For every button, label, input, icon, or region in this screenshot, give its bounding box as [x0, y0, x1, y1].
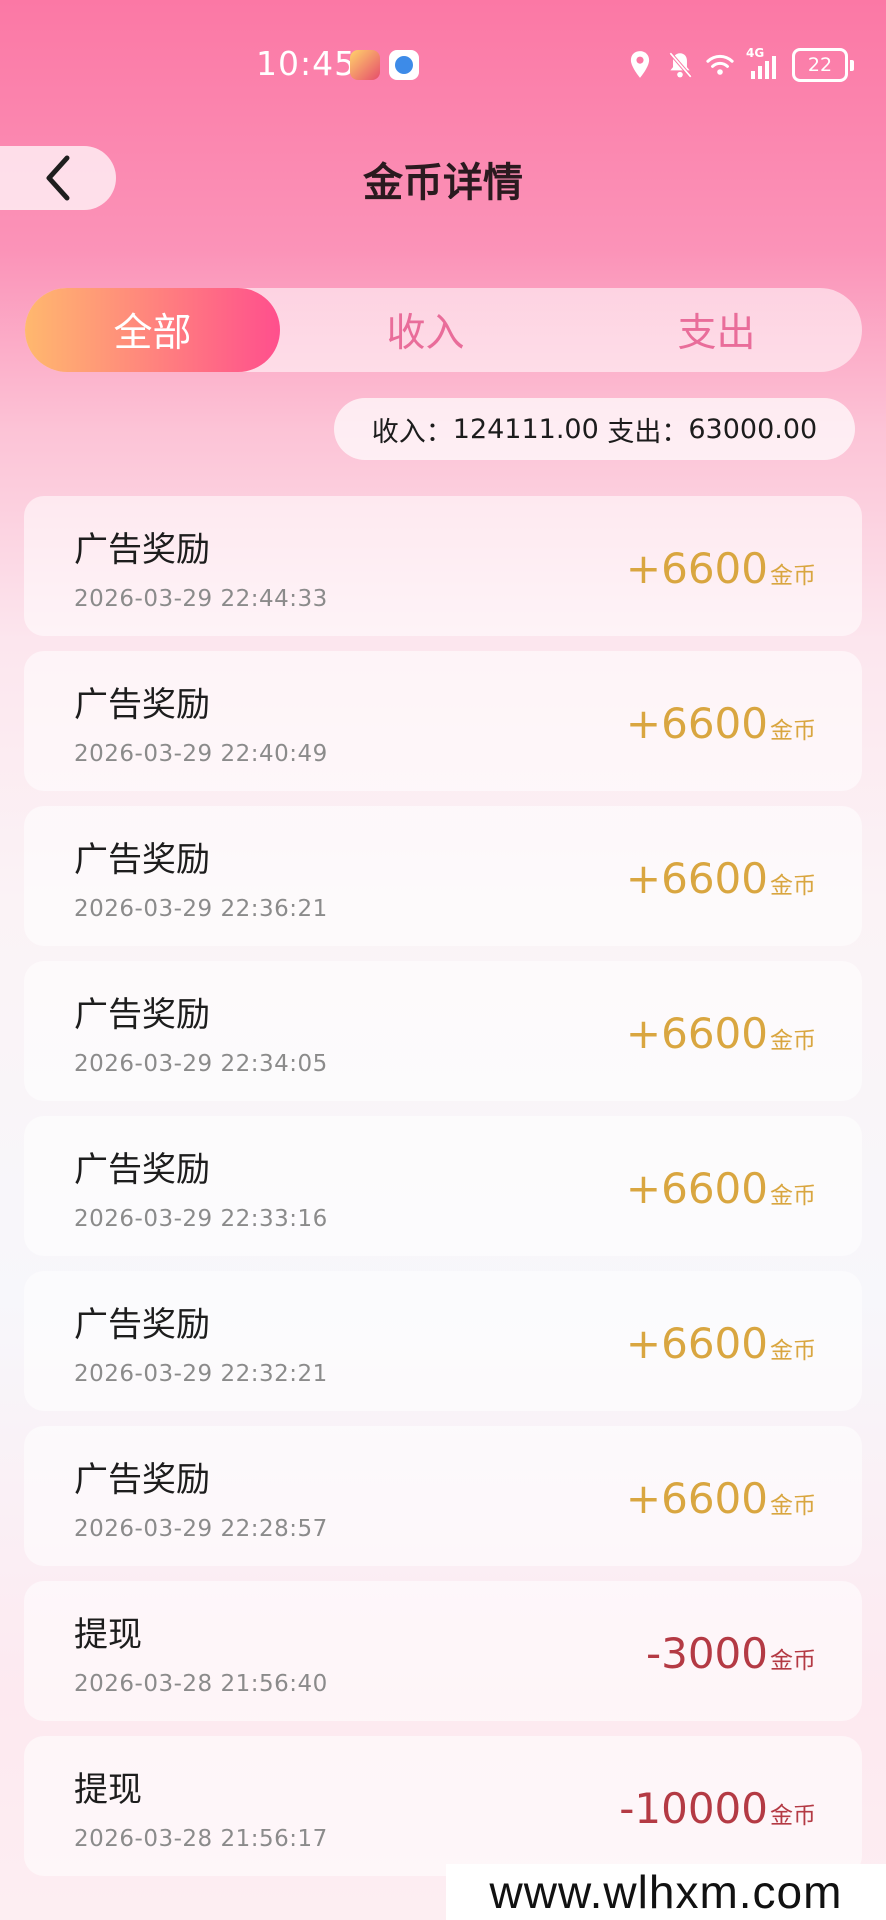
expense-label: 支出： — [607, 416, 689, 448]
amount-unit: 金币 — [770, 1648, 816, 1674]
battery-indicator: 22 — [792, 48, 854, 82]
record-time: 2026-03-29 22:34:05 — [74, 1051, 328, 1077]
record-amount: +6600 金币 — [626, 1319, 816, 1368]
record-title: 广告奖励 — [74, 995, 210, 1035]
record-title: 广告奖励 — [74, 530, 210, 570]
status-bar: 10:45 4G 22 — [0, 0, 886, 120]
summary-spacer — [599, 414, 608, 445]
amount-value: -3000 — [645, 1629, 768, 1678]
list-item[interactable]: 广告奖励 2026-03-29 22:40:49 +6600 金币 — [24, 651, 862, 791]
list-item[interactable]: 提现 2026-03-28 21:56:17 -10000 金币 — [24, 1736, 862, 1876]
amount-value: +6600 — [625, 1009, 768, 1058]
list-item[interactable]: 广告奖励 2026-03-29 22:33:16 +6600 金币 — [24, 1116, 862, 1256]
amount-unit: 金币 — [770, 1338, 816, 1364]
list-item[interactable]: 广告奖励 2026-03-29 22:36:21 +6600 金币 — [24, 806, 862, 946]
cellular-signal-icon: 4G — [746, 46, 780, 80]
location-icon — [630, 51, 650, 78]
wifi-icon — [706, 54, 734, 75]
record-title: 广告奖励 — [74, 1305, 210, 1345]
record-amount: -10000 金币 — [619, 1784, 816, 1833]
amount-value: +6600 — [625, 1474, 768, 1523]
amount-unit: 金币 — [770, 718, 816, 744]
record-title: 提现 — [74, 1615, 142, 1655]
amount-value: +6600 — [625, 1319, 768, 1368]
battery-tip — [850, 59, 854, 71]
amount-value: +6600 — [625, 699, 768, 748]
list-item[interactable]: 广告奖励 2026-03-29 22:44:33 +6600 金币 — [24, 496, 862, 636]
record-amount: +6600 金币 — [626, 1009, 816, 1058]
bell-off-icon — [668, 52, 693, 78]
amount-unit: 金币 — [770, 563, 816, 589]
record-amount: +6600 金币 — [626, 544, 816, 593]
status-time: 10:45 — [256, 44, 357, 83]
app-notification-icon — [350, 50, 380, 80]
filter-tabs: 全部 收入 支出 — [25, 288, 862, 372]
tab-income[interactable]: 收入 — [280, 288, 571, 372]
list-item[interactable]: 广告奖励 2026-03-29 22:28:57 +6600 金币 — [24, 1426, 862, 1566]
browser-notification-icon — [389, 50, 419, 80]
amount-unit: 金币 — [770, 1493, 816, 1519]
record-time: 2026-03-29 22:36:21 — [74, 896, 328, 922]
amount-value: +6600 — [625, 1164, 768, 1213]
page-title: 金币详情 — [363, 160, 523, 206]
amount-value: -10000 — [619, 1784, 768, 1833]
record-title: 提现 — [74, 1770, 142, 1810]
record-title: 广告奖励 — [74, 1460, 210, 1500]
amount-unit: 金币 — [770, 1183, 816, 1209]
record-time: 2026-03-29 22:32:21 — [74, 1361, 328, 1387]
amount-unit: 金币 — [770, 1028, 816, 1054]
record-time: 2026-03-28 21:56:40 — [74, 1671, 328, 1697]
income-label: 收入： — [371, 416, 453, 448]
record-amount: +6600 金币 — [626, 854, 816, 903]
amount-unit: 金币 — [770, 1803, 816, 1829]
summary-bar: 收入： 124111.00 支出： 63000.00 — [334, 398, 855, 460]
record-list: 广告奖励 2026-03-29 22:44:33 +6600 金币 广告奖励 2… — [24, 496, 862, 1891]
watermark: www.wlhxm.com — [446, 1864, 886, 1920]
expense-total: 63000.00 — [688, 413, 818, 445]
record-time: 2026-03-29 22:28:57 — [74, 1516, 328, 1542]
record-title: 广告奖励 — [74, 840, 210, 880]
record-amount: +6600 金币 — [626, 1474, 816, 1523]
record-time: 2026-03-28 21:56:17 — [74, 1826, 328, 1852]
status-icons: 4G 22 — [626, 46, 854, 82]
list-item[interactable]: 提现 2026-03-28 21:56:40 -3000 金币 — [24, 1581, 862, 1721]
amount-value: +6600 — [625, 854, 768, 903]
record-title: 广告奖励 — [74, 1150, 210, 1190]
list-item[interactable]: 广告奖励 2026-03-29 22:32:21 +6600 金币 — [24, 1271, 862, 1411]
income-total: 124111.00 — [452, 413, 599, 445]
amount-unit: 金币 — [770, 873, 816, 899]
tab-all[interactable]: 全部 — [25, 288, 280, 372]
record-time: 2026-03-29 22:44:33 — [74, 586, 328, 612]
record-amount: +6600 金币 — [626, 1164, 816, 1213]
amount-value: +6600 — [625, 544, 768, 593]
list-item[interactable]: 广告奖励 2026-03-29 22:34:05 +6600 金币 — [24, 961, 862, 1101]
record-amount: -3000 金币 — [646, 1629, 816, 1678]
record-title: 广告奖励 — [74, 685, 210, 725]
battery-level: 22 — [792, 48, 848, 82]
tab-expense[interactable]: 支出 — [571, 288, 862, 372]
record-time: 2026-03-29 22:40:49 — [74, 741, 328, 767]
record-time: 2026-03-29 22:33:16 — [74, 1206, 328, 1232]
record-amount: +6600 金币 — [626, 699, 816, 748]
